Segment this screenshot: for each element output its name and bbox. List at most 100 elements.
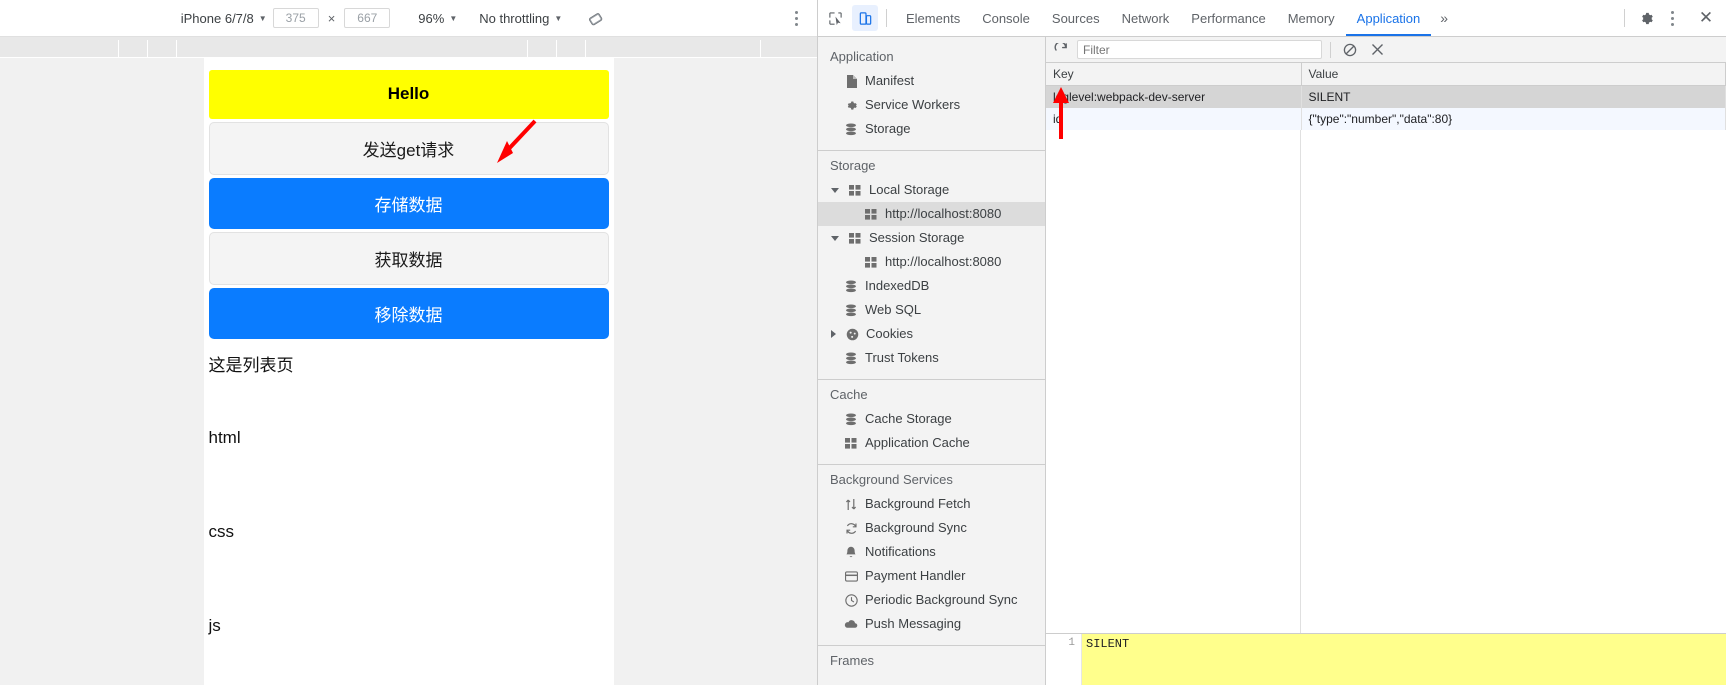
sidebar-item-label: Application Cache	[865, 435, 970, 450]
close-icon[interactable]: ✕	[1693, 5, 1719, 31]
sidebar-item-notifications[interactable]: Notifications	[818, 540, 1045, 564]
sidebar-item-periodic-background-sync[interactable]: Periodic Background Sync	[818, 588, 1045, 612]
sidebar-item-application-cache[interactable]: Application Cache	[818, 431, 1045, 455]
sidebar-divider	[818, 379, 1045, 380]
toolbar-divider	[886, 9, 887, 27]
database-icon	[844, 351, 858, 365]
tab-sources[interactable]: Sources	[1041, 2, 1111, 36]
more-tabs-icon[interactable]: »	[1431, 10, 1457, 26]
sidebar-item-label: Notifications	[865, 544, 936, 559]
sidebar-item-web-sql[interactable]: Web SQL	[818, 298, 1045, 322]
devtools-content: Application Manifest Service Workers Sto…	[818, 37, 1726, 685]
remove-data-button[interactable]: 移除数据	[208, 288, 609, 339]
sidebar-item-local-storage[interactable]: Local Storage	[818, 178, 1045, 202]
table-row[interactable]: id {"type":"number","data":80}	[1046, 107, 1726, 130]
delete-selected-icon[interactable]	[1366, 39, 1388, 61]
throttling-select-label: No throttling	[479, 10, 550, 26]
sidebar-item-label: Periodic Background Sync	[865, 592, 1018, 607]
get-data-button[interactable]: 获取数据	[208, 232, 609, 285]
database-icon	[844, 122, 858, 136]
chevron-collapsed-icon[interactable]	[831, 330, 836, 338]
page-text-css: css	[208, 522, 235, 541]
cell-value[interactable]: {"type":"number","data":80}	[1301, 107, 1726, 130]
page-text-html: html	[208, 428, 241, 447]
table-row[interactable]: loglevel:webpack-dev-server SILENT	[1046, 85, 1726, 108]
sidebar-item-storage[interactable]: Storage	[818, 117, 1045, 141]
tab-console[interactable]: Console	[971, 2, 1041, 36]
sidebar-item-cache-storage[interactable]: Cache Storage	[818, 407, 1045, 431]
more-tools-icon[interactable]	[1659, 5, 1685, 31]
column-header-value[interactable]: Value	[1301, 63, 1726, 86]
table-icon	[864, 255, 878, 269]
sidebar-item-service-workers[interactable]: Service Workers	[818, 93, 1045, 117]
sidebar-item-background-sync[interactable]: Background Sync	[818, 516, 1045, 540]
table-icon	[848, 183, 862, 197]
store-data-button[interactable]: 存储数据	[208, 178, 609, 229]
throttling-select[interactable]: No throttling ▼	[473, 9, 568, 28]
sidebar-item-cookies[interactable]: Cookies	[818, 322, 1045, 346]
clear-all-icon[interactable]	[1339, 39, 1361, 61]
storage-toolbar	[1046, 37, 1726, 63]
sidebar-item-label: Cookies	[866, 326, 913, 341]
sidebar-item-indexeddb[interactable]: IndexedDB	[818, 274, 1045, 298]
dimension-separator: ×	[327, 10, 336, 26]
value-preview-panel: 1 SILENT	[1046, 633, 1726, 685]
device-toolbar-options-icon[interactable]	[783, 5, 809, 31]
sidebar-item-session-storage-origin[interactable]: http://localhost:8080	[818, 250, 1045, 274]
sidebar-item-label: http://localhost:8080	[885, 254, 1002, 269]
sidebar-item-label: Background Sync	[865, 520, 967, 535]
sidebar-item-label: Background Fetch	[865, 496, 971, 511]
sidebar-item-trust-tokens[interactable]: Trust Tokens	[818, 346, 1045, 370]
sidebar-item-label: IndexedDB	[865, 278, 930, 293]
sidebar-item-label: http://localhost:8080	[885, 206, 1002, 221]
rotate-device-icon[interactable]	[582, 5, 608, 31]
sidebar-section-storage: Storage	[830, 158, 876, 173]
emulated-page: Hello 发送get请求 存储数据 获取数据 移除数据 这是列表页 html …	[203, 58, 614, 685]
device-emulation-pane: iPhone 6/7/8 ▼ × 96% ▼ No throttling ▼	[0, 0, 818, 685]
storage-view: Key Value loglevel:webpack-dev-server SI…	[1046, 37, 1726, 685]
refresh-icon[interactable]	[1050, 39, 1072, 61]
tab-elements[interactable]: Elements	[895, 2, 971, 36]
sidebar-item-push-messaging[interactable]: Push Messaging	[818, 612, 1045, 636]
sidebar-item-local-storage-origin[interactable]: http://localhost:8080	[818, 202, 1045, 226]
table-empty-area	[1046, 129, 1726, 633]
sidebar-divider	[818, 464, 1045, 465]
bell-icon	[844, 545, 858, 559]
viewport-width-input[interactable]	[272, 8, 319, 28]
tab-memory[interactable]: Memory	[1277, 2, 1346, 36]
tab-network[interactable]: Network	[1111, 2, 1181, 36]
tab-application[interactable]: Application	[1345, 2, 1432, 36]
inspect-element-icon[interactable]	[822, 5, 848, 31]
zoom-select[interactable]: 96% ▼	[412, 9, 463, 28]
sidebar-item-label: Storage	[865, 121, 911, 136]
preview-content: SILENT	[1082, 634, 1726, 685]
tab-performance[interactable]: Performance	[1180, 2, 1276, 36]
sidebar-item-manifest[interactable]: Manifest	[818, 69, 1045, 93]
filter-input[interactable]	[1077, 40, 1322, 59]
cell-key[interactable]: loglevel:webpack-dev-server	[1046, 85, 1302, 108]
send-get-request-button[interactable]: 发送get请求	[208, 122, 609, 175]
devtools-tabbar: Elements Console Sources Network Perform…	[818, 0, 1726, 37]
gear-icon	[844, 98, 858, 112]
gear-icon[interactable]	[1633, 5, 1659, 31]
device-select[interactable]: iPhone 6/7/8 ▼	[175, 9, 273, 28]
browser-devtools-window: iPhone 6/7/8 ▼ × 96% ▼ No throttling ▼	[0, 0, 1726, 685]
manifest-file-icon	[844, 74, 858, 88]
device-emulation-toolbar: iPhone 6/7/8 ▼ × 96% ▼ No throttling ▼	[0, 0, 817, 37]
storage-table-area: Key Value loglevel:webpack-dev-server SI…	[1046, 63, 1726, 633]
device-toolbar-icon[interactable]	[852, 5, 878, 31]
table-header-row: Key Value	[1046, 63, 1726, 86]
chevron-expanded-icon[interactable]	[831, 187, 839, 193]
chevron-down-icon: ▼	[449, 14, 458, 23]
application-sidebar: Application Manifest Service Workers Sto…	[818, 37, 1046, 685]
column-header-key[interactable]: Key	[1046, 63, 1302, 86]
cell-value[interactable]: SILENT	[1301, 85, 1726, 108]
sidebar-item-label: Session Storage	[869, 230, 965, 245]
sidebar-item-session-storage[interactable]: Session Storage	[818, 226, 1045, 250]
cell-key[interactable]: id	[1046, 107, 1302, 130]
chevron-expanded-icon[interactable]	[831, 235, 839, 241]
chevron-down-icon: ▼	[554, 14, 563, 23]
sidebar-item-background-fetch[interactable]: Background Fetch	[818, 492, 1045, 516]
sidebar-item-payment-handler[interactable]: Payment Handler	[818, 564, 1045, 588]
viewport-height-input[interactable]	[344, 8, 391, 28]
